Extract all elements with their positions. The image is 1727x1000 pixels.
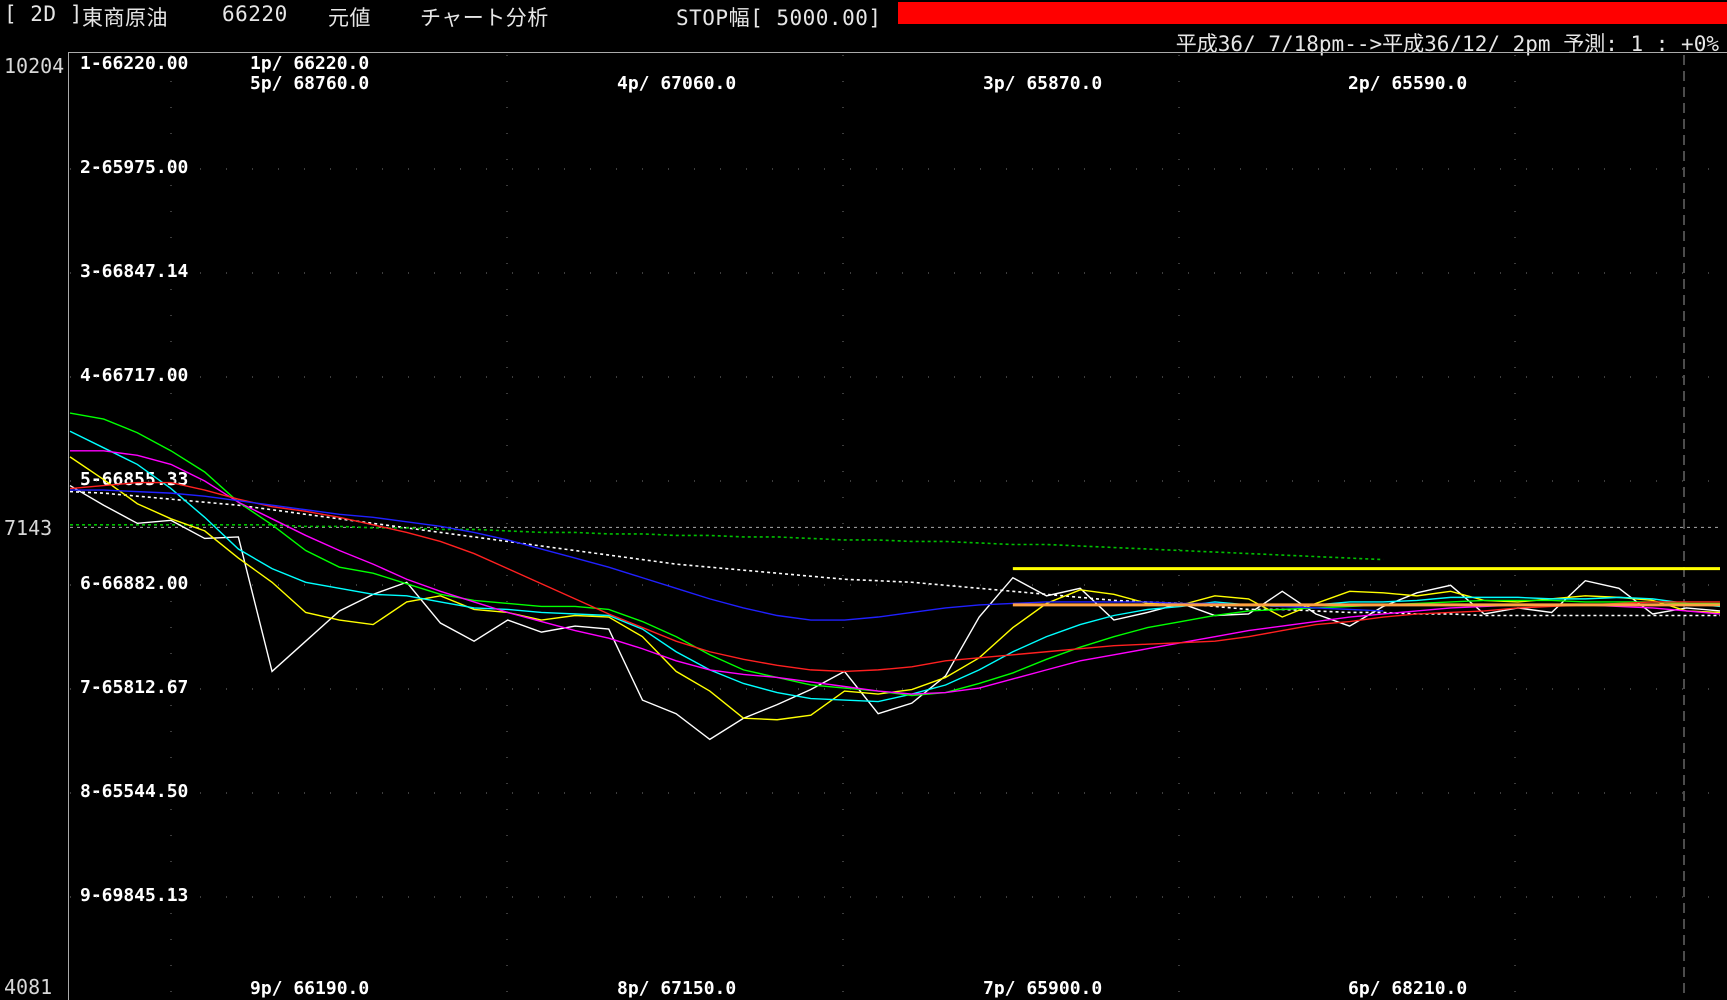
- dashed-series-1: [70, 524, 1384, 561]
- series-line-6: [70, 489, 1384, 621]
- chart-window: [ 2D ] 東商原油 66220 元値 チャート分析 STOP幅[ 5000.…: [0, 0, 1727, 1000]
- price-chart: [69, 55, 1721, 995]
- series-line-4: [70, 450, 1721, 695]
- series-line-3: [69, 412, 1720, 697]
- series-line-2: [69, 430, 1721, 703]
- series-line-1: [69, 456, 1721, 721]
- series-line-0: [69, 484, 1721, 741]
